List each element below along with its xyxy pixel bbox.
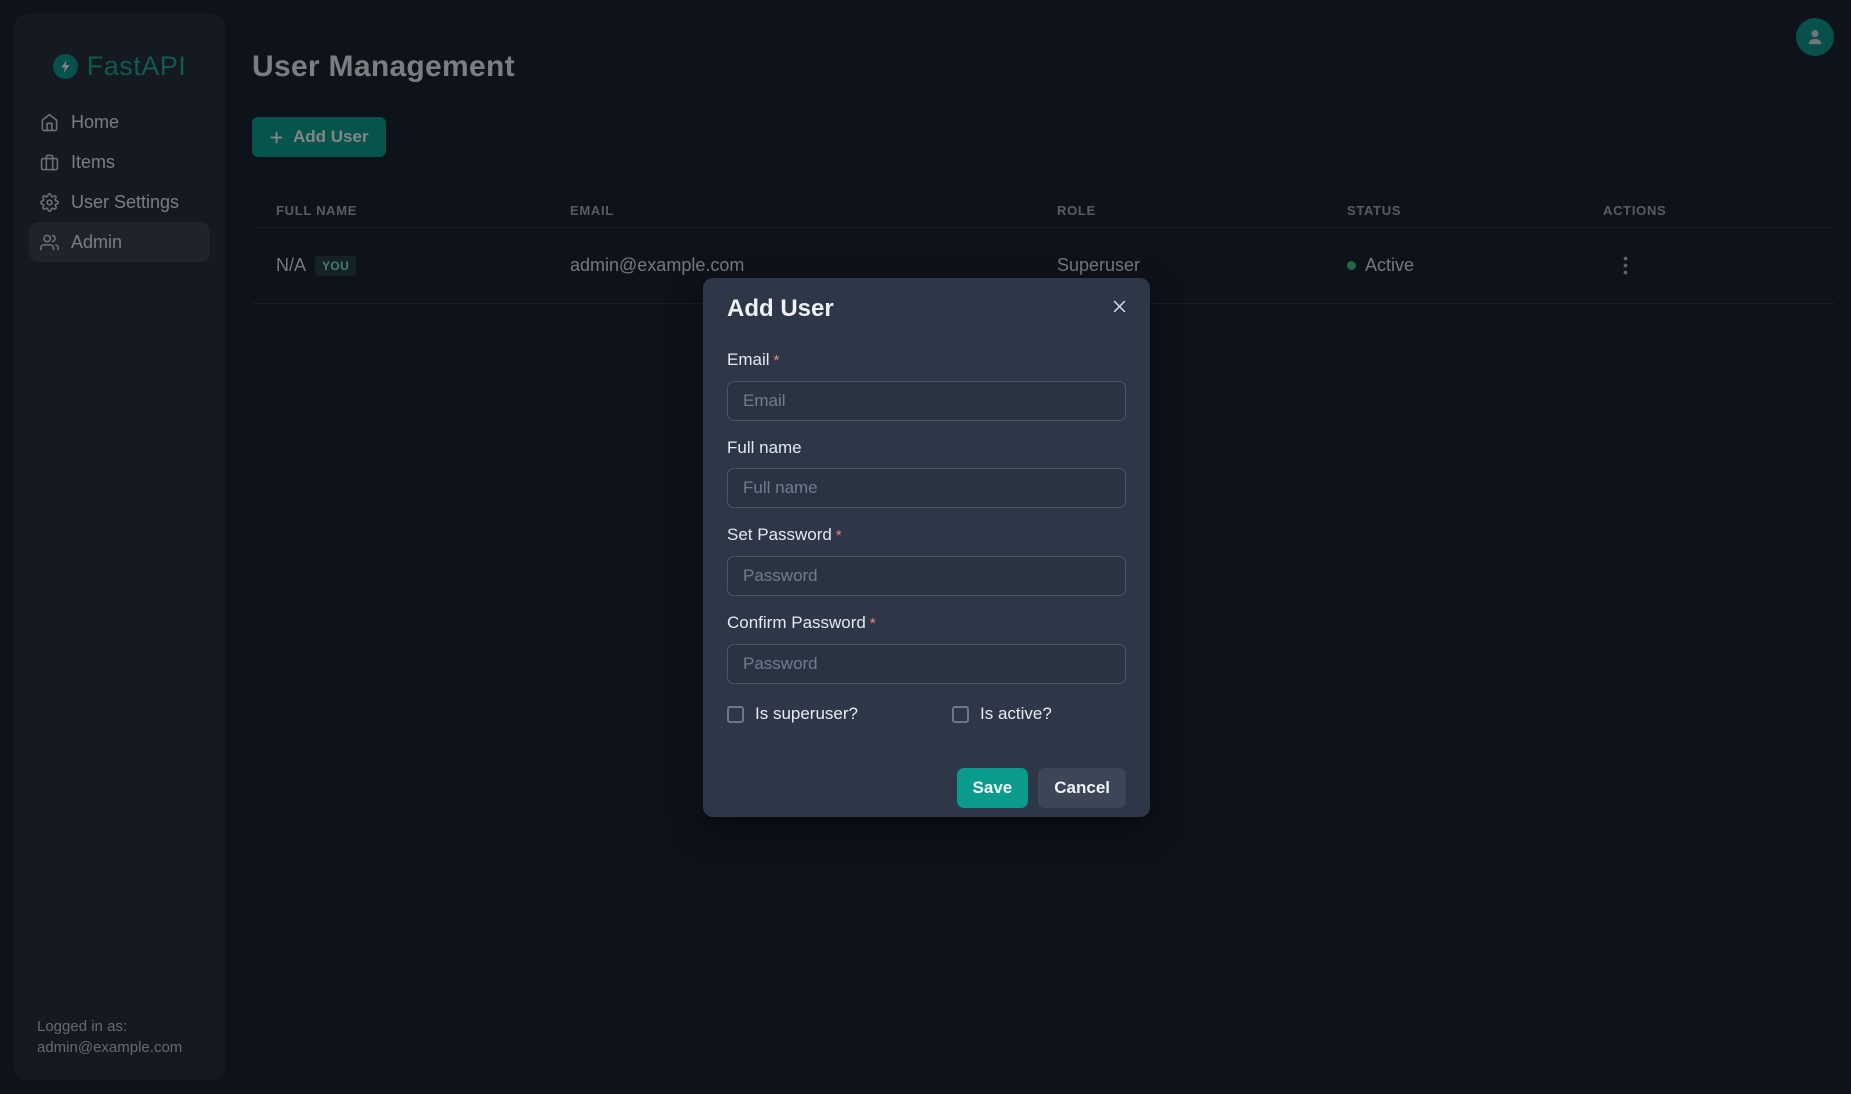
modal-title: Add User xyxy=(727,294,1126,324)
checkbox-icon xyxy=(952,706,969,723)
cancel-button[interactable]: Cancel xyxy=(1038,768,1126,808)
set-password-field[interactable] xyxy=(727,556,1126,596)
email-field-group: Email* xyxy=(727,348,1126,421)
is-active-label: Is active? xyxy=(980,704,1052,724)
full-name-label: Full name xyxy=(727,436,1126,460)
checkbox-row: Is superuser? Is active? xyxy=(727,704,1126,724)
confirm-password-label-text: Confirm Password xyxy=(727,613,866,632)
full-name-field-group: Full name xyxy=(727,436,1126,508)
close-icon xyxy=(1111,298,1128,315)
required-asterisk: * xyxy=(870,615,876,632)
email-field[interactable] xyxy=(727,381,1126,421)
email-label-text: Email xyxy=(727,350,770,369)
required-asterisk: * xyxy=(836,527,842,544)
confirm-password-field-group: Confirm Password* xyxy=(727,611,1126,684)
is-superuser-checkbox[interactable]: Is superuser? xyxy=(727,704,858,724)
full-name-label-text: Full name xyxy=(727,438,802,457)
confirm-password-field[interactable] xyxy=(727,644,1126,684)
set-password-label: Set Password* xyxy=(727,523,1126,548)
modal-close-button[interactable] xyxy=(1107,294,1132,322)
checkbox-icon xyxy=(727,706,744,723)
email-label: Email* xyxy=(727,348,1126,373)
confirm-password-label: Confirm Password* xyxy=(727,611,1126,636)
is-superuser-label: Is superuser? xyxy=(755,704,858,724)
required-asterisk: * xyxy=(774,352,780,369)
modal-footer: Save Cancel xyxy=(727,768,1126,808)
full-name-field[interactable] xyxy=(727,468,1126,508)
is-active-checkbox[interactable]: Is active? xyxy=(952,704,1052,724)
save-button[interactable]: Save xyxy=(957,768,1029,808)
set-password-label-text: Set Password xyxy=(727,525,832,544)
add-user-modal: Add User Email* Full name Set Password* xyxy=(703,278,1150,817)
app-window: FastAPI Home Items User Settings xyxy=(0,0,1851,1094)
set-password-field-group: Set Password* xyxy=(727,523,1126,596)
